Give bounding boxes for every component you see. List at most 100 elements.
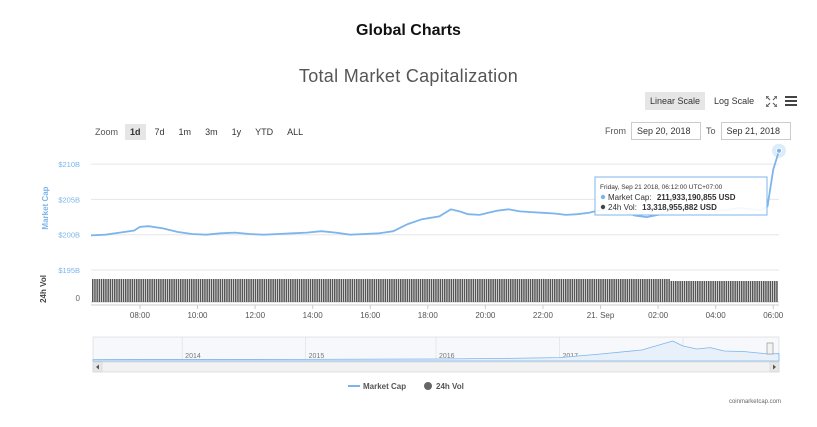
volume-bar [356, 279, 358, 302]
volume-bar [659, 279, 662, 302]
volume-bar [199, 279, 202, 302]
volume-bar [314, 279, 316, 302]
volume-bar [226, 279, 228, 302]
volume-bar [562, 279, 565, 302]
volume-bar [490, 279, 492, 302]
volume-bar [375, 279, 378, 302]
volume-bar [615, 279, 618, 302]
volume-bar [771, 281, 774, 302]
volume-bar [628, 279, 631, 302]
volume-bar [404, 279, 406, 302]
volume-bar [417, 279, 420, 302]
legend-market-cap-label[interactable]: Market Cap [363, 382, 406, 391]
volume-bar [219, 279, 222, 302]
volume-bar [479, 279, 481, 302]
volume-bar [180, 279, 182, 302]
volume-bar [558, 279, 560, 302]
volume-bar [448, 279, 450, 302]
volume-bar [503, 279, 505, 302]
legend-volume-label[interactable]: 24h Vol [436, 382, 464, 391]
volume-bar [283, 279, 285, 302]
volume-bar [474, 279, 477, 302]
volume-bar [723, 281, 725, 302]
volume-bar [521, 279, 523, 302]
volume-bar [512, 279, 514, 302]
volume-bar [551, 279, 554, 302]
tooltip-volume-value: 13,318,955,882 USD [642, 203, 717, 212]
volume-bar [175, 279, 178, 302]
navigator[interactable]: 20142015201620172018 [92, 336, 780, 373]
volume-bar [224, 279, 226, 302]
volume-bar [345, 279, 347, 302]
volume-bar [483, 279, 486, 302]
volume-bar [699, 281, 701, 302]
volume-bar [241, 279, 244, 302]
volume-bar [274, 279, 277, 302]
volume-bar [444, 279, 446, 302]
volume-bars [92, 279, 778, 302]
volume-bar [523, 279, 525, 302]
volume-bar [136, 279, 138, 302]
volume-bar [140, 279, 142, 302]
x-tick-label: 10:00 [187, 311, 208, 320]
volume-bar [774, 281, 776, 302]
volume-bar [98, 279, 101, 302]
volume-bar [613, 279, 615, 302]
volume-bar [373, 279, 376, 302]
volume-bar [492, 279, 494, 302]
x-tick-label: 04:00 [706, 311, 727, 320]
volume-bar [576, 279, 578, 302]
volume-bar [301, 279, 303, 302]
volume-bar [567, 279, 569, 302]
x-tick-label: 06:00 [763, 311, 784, 320]
volume-bar [116, 279, 118, 302]
volume-bar [191, 279, 193, 302]
volume-bar [686, 281, 688, 302]
navigator-handle[interactable] [766, 342, 774, 355]
market-cap-chart: $210B$205B$200B$195B Market Cap 24h Vol … [39, 143, 786, 391]
volume-bar [549, 279, 552, 302]
volume-bar [719, 281, 721, 302]
volume-bar [285, 279, 288, 302]
volume-bar [118, 279, 120, 302]
hover-point[interactable] [776, 147, 782, 154]
volume-bar [428, 279, 431, 302]
volume-bar [525, 279, 527, 302]
volume-bar [507, 279, 510, 302]
volume-bar [692, 281, 695, 302]
volume-bar [248, 279, 250, 302]
volume-bar [679, 281, 681, 302]
volume-bar [441, 279, 444, 302]
volume-bar [609, 279, 611, 302]
navigator-year-label: 2014 [185, 353, 201, 360]
volume-bar [703, 281, 706, 302]
volume-bar [712, 281, 714, 302]
volume-bar [338, 279, 340, 302]
volume-bar [334, 279, 336, 302]
volume-bar [182, 279, 184, 302]
volume-bar [100, 279, 103, 302]
volume-bar [397, 279, 400, 302]
volume-bar [769, 281, 772, 302]
y-axis-title: Market Cap [41, 186, 50, 229]
volume-bar [411, 279, 413, 302]
volume-bar [380, 279, 382, 302]
volume-bar [716, 281, 719, 302]
volume-bar [147, 279, 149, 302]
volume-bar [756, 281, 758, 302]
volume-axis-title: 24h Vol [39, 275, 48, 303]
volume-bar [235, 279, 237, 302]
volume-bar [268, 279, 270, 302]
navigator-scrollbar[interactable] [92, 361, 780, 373]
volume-bar [393, 279, 395, 302]
volume-bar [279, 279, 281, 302]
volume-bar [153, 279, 156, 302]
volume-bar [727, 281, 730, 302]
volume-bar [518, 279, 521, 302]
volume-bar [336, 279, 338, 302]
volume-bar [730, 281, 732, 302]
volume-bar [287, 279, 290, 302]
volume-bar [565, 279, 567, 302]
volume-bar [312, 279, 314, 302]
volume-bar [639, 279, 642, 302]
